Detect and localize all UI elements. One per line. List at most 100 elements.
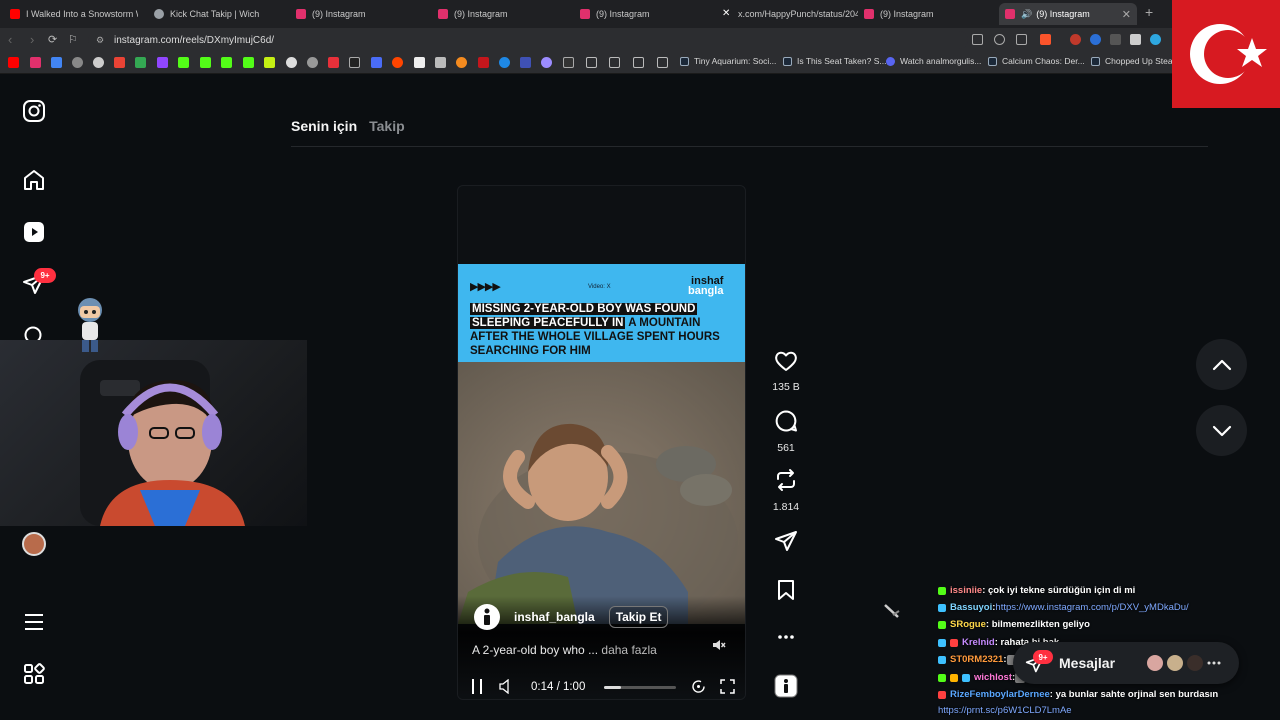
browser-tab[interactable]: (9) Instagram — [432, 3, 566, 25]
follow-button[interactable]: Takip Et — [608, 606, 669, 628]
folder-icon[interactable] — [657, 57, 668, 68]
browser-tab[interactable]: ✕ x.com/HappyPunch/status/204 — [716, 3, 858, 25]
bookmark-icon[interactable] — [414, 57, 425, 68]
next-reel-button[interactable] — [1196, 405, 1247, 456]
youtube-bookmark-icon[interactable] — [8, 57, 19, 68]
bookmark-icon[interactable] — [435, 57, 446, 68]
drive-bookmark-icon[interactable] — [135, 57, 146, 68]
site-info-icon[interactable]: ⚙ — [96, 35, 106, 45]
bookmark-icon[interactable] — [157, 57, 168, 68]
address-bar-row: ‹ › ⟳ ⚐ ⚙ instagram.com/reels/DXmyImujC6… — [0, 28, 1280, 52]
x-bookmark-icon[interactable] — [349, 57, 360, 68]
translate-bookmark-icon[interactable] — [51, 57, 62, 68]
chat-link[interactable]: https://www.instagram.com/p/DXV_yMDkaDu/ — [995, 602, 1188, 613]
playback-speed-icon[interactable] — [691, 679, 706, 694]
share-icon[interactable] — [1016, 34, 1027, 45]
folder-icon[interactable] — [633, 57, 644, 68]
bookmark-icon[interactable] — [178, 57, 189, 68]
gmail-bookmark-icon[interactable] — [114, 57, 125, 68]
bookmark-icon[interactable] — [478, 57, 489, 68]
caption-more-link[interactable]: daha fazla — [598, 643, 656, 657]
instagram-bookmark-icon[interactable] — [30, 57, 41, 68]
more-options-icon[interactable] — [774, 628, 798, 646]
crescent-star-icon — [1190, 24, 1267, 84]
bookmark-icon[interactable] — [264, 57, 275, 68]
bookmark-item[interactable]: Tiny Aquarium: Soci... — [680, 56, 776, 66]
browser-tab[interactable]: (9) Instagram — [290, 3, 424, 25]
folder-icon[interactable] — [586, 57, 597, 68]
share-icon[interactable] — [774, 529, 798, 553]
conversation-avatar[interactable] — [1185, 653, 1205, 673]
bookmark-icon[interactable] — [520, 57, 531, 68]
kick-bookmark-icon[interactable] — [200, 57, 211, 68]
menu-icon[interactable] — [22, 610, 46, 634]
bookmark-item[interactable]: Calcium Chaos: Der... — [988, 56, 1085, 66]
browser-tab-active[interactable]: 🔊 (9) Instagram ✕ — [999, 3, 1137, 25]
bookmark-icon[interactable] — [371, 57, 382, 68]
comment-icon[interactable] — [774, 409, 798, 433]
reels-icon[interactable] — [22, 220, 46, 244]
more-apps-icon[interactable] — [22, 662, 46, 686]
conversation-avatar[interactable] — [1145, 653, 1165, 673]
reel-video-player[interactable]: ▶▶▶▶ Video: X inshaf bangla MISSING 2-YE… — [457, 185, 746, 700]
browser-tab[interactable]: (9) Instagram — [858, 3, 992, 25]
cast-icon[interactable] — [972, 34, 983, 45]
browser-tab[interactable]: I Walked Into a Snowstorm Wi — [4, 3, 138, 25]
chat-message: ST0RM2321 : — [938, 654, 1021, 665]
extension-icon[interactable] — [1070, 34, 1081, 45]
bookmark-page-button[interactable]: ⚐ — [68, 33, 78, 46]
reddit-bookmark-icon[interactable] — [392, 57, 403, 68]
more-options-icon[interactable] — [1207, 660, 1221, 666]
reload-button[interactable]: ⟳ — [48, 33, 57, 46]
author-username[interactable]: inshaf_bangla — [514, 610, 595, 624]
extension-icon[interactable] — [1110, 34, 1121, 45]
bookmark-icon[interactable] — [243, 57, 254, 68]
bookmark-icon[interactable] — [286, 57, 297, 68]
video-progress-bar[interactable] — [604, 686, 676, 689]
heart-icon[interactable] — [774, 350, 798, 372]
bookmark-icon[interactable] — [307, 57, 318, 68]
browser-tab[interactable]: (9) Instagram — [574, 3, 708, 25]
audio-avatar-icon[interactable] — [774, 674, 798, 698]
profile-avatar[interactable] — [22, 532, 46, 556]
bookmark-item[interactable]: Chopped Up Steam — [1091, 56, 1180, 66]
bookmark-item[interactable]: Watch analmorgulis... — [886, 56, 981, 66]
author-avatar[interactable] — [474, 604, 500, 630]
bookmark-icon[interactable] — [774, 578, 798, 602]
browser-tab[interactable]: Kick Chat Takip | Wich — [148, 3, 282, 25]
bookmark-icon[interactable] — [328, 57, 339, 68]
mute-icon[interactable] — [712, 638, 726, 655]
bookmark-icon[interactable] — [72, 57, 83, 68]
chat-link[interactable]: https://prnt.sc/p6W1CLD7LmAe — [938, 705, 1072, 716]
conversation-avatar[interactable] — [1165, 653, 1185, 673]
pause-icon[interactable] — [471, 679, 483, 694]
tab-for-you[interactable]: Senin için — [291, 118, 357, 134]
bookmark-item[interactable]: Is This Seat Taken? S... — [783, 56, 886, 66]
messages-bar[interactable]: 9+ Mesajlar — [1013, 642, 1239, 684]
tab-following[interactable]: Takip — [369, 118, 405, 134]
forward-button[interactable]: › — [30, 32, 34, 47]
back-button[interactable]: ‹ — [8, 32, 12, 47]
folder-icon[interactable] — [609, 57, 620, 68]
bookmark-icon[interactable] — [541, 57, 552, 68]
comment-count: 561 — [777, 442, 795, 454]
bookmark-icon[interactable] — [563, 57, 574, 68]
brave-shield-icon[interactable] — [1040, 34, 1051, 45]
extension-icon[interactable] — [1130, 34, 1141, 45]
extension-icon[interactable] — [1150, 34, 1161, 45]
close-tab-icon[interactable]: ✕ — [1116, 8, 1131, 21]
zoom-icon[interactable] — [994, 34, 1005, 45]
home-icon[interactable] — [22, 168, 46, 192]
bookmark-icon[interactable] — [456, 57, 467, 68]
volume-icon[interactable] — [499, 679, 513, 694]
bookmark-icon[interactable] — [93, 57, 104, 68]
new-tab-button[interactable]: + — [1145, 4, 1153, 20]
bookmark-icon[interactable] — [499, 57, 510, 68]
fullscreen-icon[interactable] — [720, 679, 735, 694]
audio-extension-icon[interactable] — [1090, 34, 1101, 45]
kick-bookmark-icon[interactable] — [221, 57, 232, 68]
repost-icon[interactable] — [774, 468, 798, 492]
previous-reel-button[interactable] — [1196, 339, 1247, 390]
url-field[interactable]: ⚙ instagram.com/reels/DXmyImujC6d/ — [88, 31, 968, 49]
instagram-logo-icon[interactable] — [22, 99, 46, 123]
